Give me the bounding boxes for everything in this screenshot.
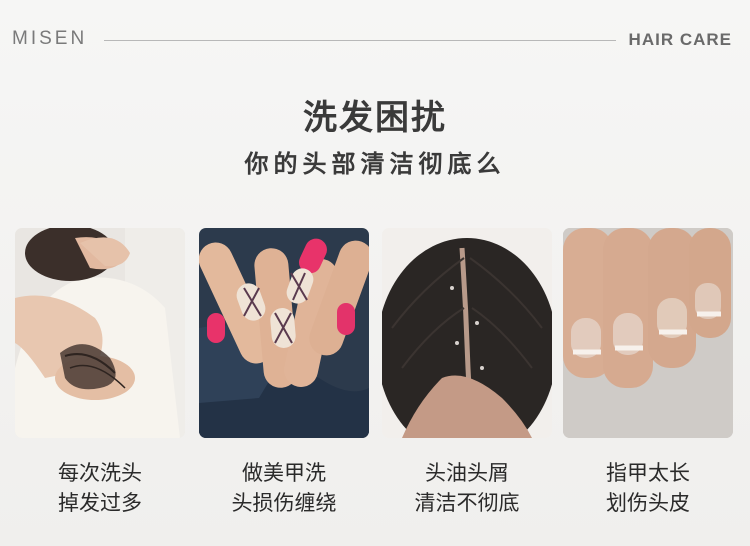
card-caption: 每次洗头 掉发过多: [15, 458, 185, 518]
manicure-photo: [199, 228, 369, 438]
caption-line-2: 头损伤缠绕: [231, 491, 337, 515]
card-scalp: 头油头屑 清洁不彻底: [382, 228, 552, 518]
card-long-nails: 指甲太长 划伤头皮: [563, 228, 733, 518]
caption-line-1: 做美甲洗: [242, 461, 326, 485]
card-hair-loss: 每次洗头 掉发过多: [15, 228, 185, 518]
card-caption: 指甲太长 划伤头皮: [563, 458, 733, 518]
hair-loss-photo: [15, 228, 185, 438]
caption-line-1: 头油头屑: [425, 461, 509, 485]
brand-logo: MISEN: [12, 28, 88, 49]
header-tag: HAIR CARE: [628, 30, 732, 49]
problem-cards: 每次洗头 掉发过多 做美甲洗 头损伤缠绕 头油头屑 清洁不彻底 指甲太长 划伤头…: [15, 228, 735, 518]
card-manicure: 做美甲洗 头损伤缠绕: [199, 228, 369, 518]
caption-line-2: 掉发过多: [58, 491, 142, 515]
page-title: 洗发困扰: [303, 98, 447, 138]
long-nails-photo: [563, 228, 733, 438]
card-caption: 头油头屑 清洁不彻底: [382, 458, 552, 518]
caption-line-2: 划伤头皮: [606, 491, 690, 515]
caption-line-1: 每次洗头: [58, 461, 142, 485]
page: MISEN HAIR CARE 洗发困扰 你的头部清洁彻底么 每次洗头 掉发过多…: [0, 0, 750, 546]
page-subtitle: 你的头部清洁彻底么: [244, 150, 506, 178]
scalp-dandruff-photo: [382, 228, 552, 438]
header-divider: [104, 40, 616, 41]
caption-line-2: 清洁不彻底: [414, 491, 520, 515]
card-caption: 做美甲洗 头损伤缠绕: [199, 458, 369, 518]
caption-line-1: 指甲太长: [606, 461, 690, 485]
